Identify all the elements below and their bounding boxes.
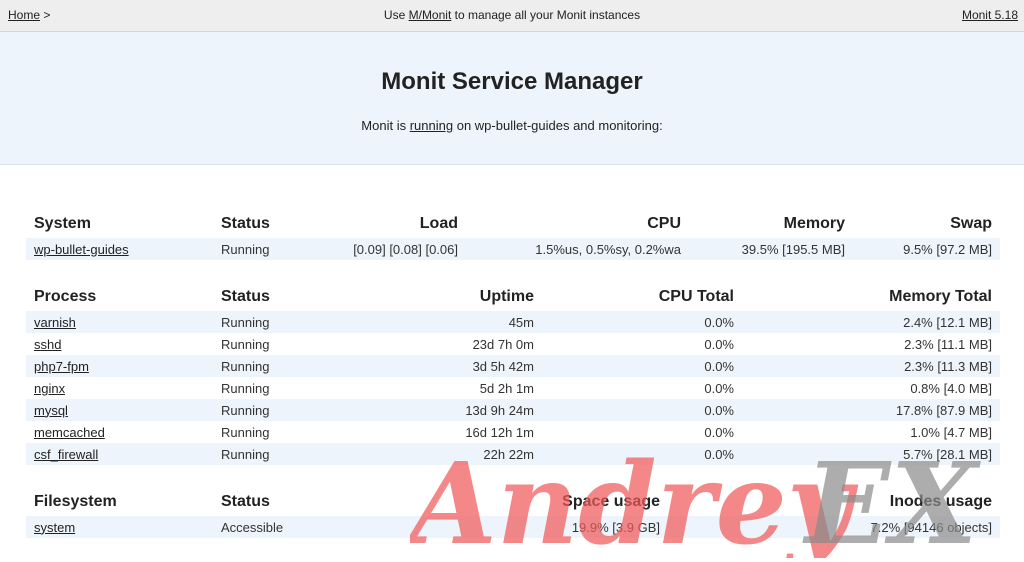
top-bar: Home > Use M/Monit to manage all your Mo… [0, 0, 1024, 32]
column-header-memory: Memory [783, 215, 845, 232]
column-header-process: Process [34, 288, 97, 305]
status-cell: Running [213, 399, 313, 421]
mmonit-link[interactable]: M/Monit [409, 8, 452, 22]
cpu-cell: 1.5%us, 0.5%sy, 0.2%wa [466, 238, 689, 260]
table-row: mysql Running 13d 9h 24m 0.0% 17.8% [87.… [26, 399, 1000, 421]
column-header-status: Status [221, 215, 270, 232]
inodes-usage-cell: 7.2% [94146 objects] [668, 516, 1000, 538]
cpu-total-cell: 0.0% [542, 377, 742, 399]
memory-total-cell: 0.8% [4.0 MB] [742, 377, 1000, 399]
cpu-total-cell: 0.0% [542, 399, 742, 421]
status-cell: Accessible [213, 516, 313, 538]
process-link-mysql[interactable]: mysql [34, 403, 68, 418]
status-cell: Running [213, 443, 313, 465]
memory-total-cell: 2.3% [11.1 MB] [742, 333, 1000, 355]
system-table: System Status Load CPU Memory Swap wp-bu… [26, 210, 1000, 260]
column-header-cpu-total: CPU Total [658, 288, 734, 305]
process-name-cell: mysql [26, 399, 213, 421]
version-label: Monit 5.18 [962, 8, 1018, 22]
process-name-cell: varnish [26, 311, 213, 333]
status-line: Monit is running on wp-bullet-guides and… [0, 118, 1024, 133]
column-header-status: Status [221, 493, 270, 510]
cpu-total-cell: 0.0% [542, 311, 742, 333]
table-row: sshd Running 23d 7h 0m 0.0% 2.3% [11.1 M… [26, 333, 1000, 355]
memory-cell: 39.5% [195.5 MB] [689, 238, 853, 260]
process-link-nginx[interactable]: nginx [34, 381, 65, 396]
process-link-memcached[interactable]: memcached [34, 425, 105, 440]
filesystem-link-system[interactable]: system [34, 520, 75, 535]
table-row: csf_firewall Running 22h 22m 0.0% 5.7% [… [26, 443, 1000, 465]
column-header-status: Status [221, 288, 270, 305]
memory-total-cell: 2.4% [12.1 MB] [742, 311, 1000, 333]
table-row: php7-fpm Running 3d 5h 42m 0.0% 2.3% [11… [26, 355, 1000, 377]
process-name-cell: sshd [26, 333, 213, 355]
process-table: Process Status Uptime CPU Total Memory T… [26, 283, 1000, 465]
filesystem-table-header: Filesystem Status Space usage Inodes usa… [26, 488, 1000, 516]
status-cell: Running [213, 333, 313, 355]
filesystem-name-cell: system [26, 516, 213, 538]
system-name-cell: wp-bullet-guides [26, 238, 213, 260]
load-cell: [0.09] [0.08] [0.06] [313, 238, 466, 260]
column-header-uptime: Uptime [479, 288, 534, 305]
system-link[interactable]: wp-bullet-guides [34, 242, 129, 257]
running-link[interactable]: running [410, 118, 453, 133]
column-header-system: System [34, 215, 91, 232]
process-table-header: Process Status Uptime CPU Total Memory T… [26, 283, 1000, 311]
process-link-csf-firewall[interactable]: csf_firewall [34, 447, 98, 462]
header-banner: Monit Service Manager Monit is running o… [0, 32, 1024, 165]
process-name-cell: memcached [26, 421, 213, 443]
table-row: wp-bullet-guides Running [0.09] [0.08] [… [26, 238, 1000, 260]
cpu-total-cell: 0.0% [542, 333, 742, 355]
process-link-php7-fpm[interactable]: php7-fpm [34, 359, 89, 374]
cpu-total-cell: 0.0% [542, 443, 742, 465]
column-header-memory-total: Memory Total [889, 288, 992, 305]
column-header-load: Load [419, 215, 458, 232]
column-header-space-usage: Space usage [562, 493, 660, 510]
column-header-filesystem: Filesystem [34, 493, 117, 510]
column-header-inodes-usage: Inodes usage [889, 493, 992, 510]
uptime-cell: 23d 7h 0m [313, 333, 542, 355]
status-line-suffix: on wp-bullet-guides and monitoring: [456, 118, 663, 133]
cpu-total-cell: 0.0% [542, 355, 742, 377]
memory-total-cell: 1.0% [4.7 MB] [742, 421, 1000, 443]
column-header-swap: Swap [950, 215, 992, 232]
table-row: nginx Running 5d 2h 1m 0.0% 0.8% [4.0 MB… [26, 377, 1000, 399]
uptime-cell: 13d 9h 24m [313, 399, 542, 421]
status-cell: Running [213, 311, 313, 333]
uptime-cell: 3d 5h 42m [313, 355, 542, 377]
uptime-cell: 16d 12h 1m [313, 421, 542, 443]
space-usage-cell: 19.9% [3.9 GB] [313, 516, 668, 538]
swap-cell: 9.5% [97.2 MB] [853, 238, 1000, 260]
mmonit-notice: Use M/Monit to manage all your Monit ins… [0, 8, 1024, 22]
mmonit-notice-prefix: Use [383, 8, 406, 22]
process-name-cell: php7-fpm [26, 355, 213, 377]
table-row: system Accessible 19.9% [3.9 GB] 7.2% [9… [26, 516, 1000, 538]
status-line-prefix: Monit is [361, 118, 407, 133]
page-title: Monit Service Manager [381, 68, 643, 95]
uptime-cell: 22h 22m [313, 443, 542, 465]
version-link[interactable]: Monit 5.18 [962, 8, 1018, 22]
column-header-cpu: CPU [647, 215, 681, 232]
status-cell: Running [213, 355, 313, 377]
process-name-cell: nginx [26, 377, 213, 399]
uptime-cell: 5d 2h 1m [313, 377, 542, 399]
status-cell: Running [213, 238, 313, 260]
filesystem-table: Filesystem Status Space usage Inodes usa… [26, 488, 1000, 538]
system-table-header: System Status Load CPU Memory Swap [26, 210, 1000, 238]
mmonit-notice-suffix: to manage all your Monit instances [454, 8, 641, 22]
cpu-total-cell: 0.0% [542, 421, 742, 443]
process-link-varnish[interactable]: varnish [34, 315, 76, 330]
memory-total-cell: 17.8% [87.9 MB] [742, 399, 1000, 421]
status-cell: Running [213, 377, 313, 399]
status-cell: Running [213, 421, 313, 443]
memory-total-cell: 2.3% [11.3 MB] [742, 355, 1000, 377]
uptime-cell: 45m [313, 311, 542, 333]
process-name-cell: csf_firewall [26, 443, 213, 465]
table-row: varnish Running 45m 0.0% 2.4% [12.1 MB] [26, 311, 1000, 333]
process-link-sshd[interactable]: sshd [34, 337, 61, 352]
memory-total-cell: 5.7% [28.1 MB] [742, 443, 1000, 465]
table-row: memcached Running 16d 12h 1m 0.0% 1.0% [… [26, 421, 1000, 443]
